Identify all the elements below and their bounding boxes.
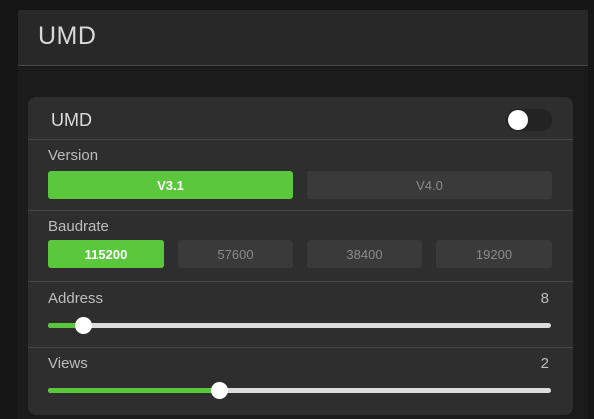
views-slider[interactable] [48,382,551,399]
views-slider-fill [48,388,220,393]
baudrate-label: Baudrate [48,218,109,235]
address-slider-thumb[interactable] [74,317,92,334]
umd-toggle[interactable] [506,109,552,131]
baudrate-option-57600[interactable]: 57600 [178,240,293,268]
version-option-v3-1[interactable]: V3.1 [48,171,293,199]
page-title: UMD [38,22,97,50]
views-section: Views 2 [28,348,573,415]
umd-row: UMD [28,97,573,139]
version-option-v4-0[interactable]: V4.0 [307,171,552,199]
baudrate-option-38400[interactable]: 38400 [307,240,422,268]
views-slider-thumb[interactable] [210,382,228,399]
page-header: UMD [18,10,588,66]
address-label: Address [48,290,104,307]
toggle-knob [508,110,528,130]
address-slider[interactable] [48,317,551,334]
version-section: Version V3.1 V4.0 [28,140,573,210]
address-value: 8 [540,290,549,307]
baudrate-option-115200[interactable]: 115200 [48,240,164,268]
address-section: Address 8 [28,282,573,347]
baudrate-section: Baudrate 115200 57600 38400 19200 [28,211,573,281]
umd-settings-panel: UMD Version V3.1 V4.0 Baudrate 115200 57… [28,97,573,415]
umd-label: UMD [51,110,92,130]
views-value: 2 [540,355,549,372]
views-label: Views [48,355,88,372]
baudrate-option-19200[interactable]: 19200 [436,240,552,268]
version-label: Version [48,147,99,164]
